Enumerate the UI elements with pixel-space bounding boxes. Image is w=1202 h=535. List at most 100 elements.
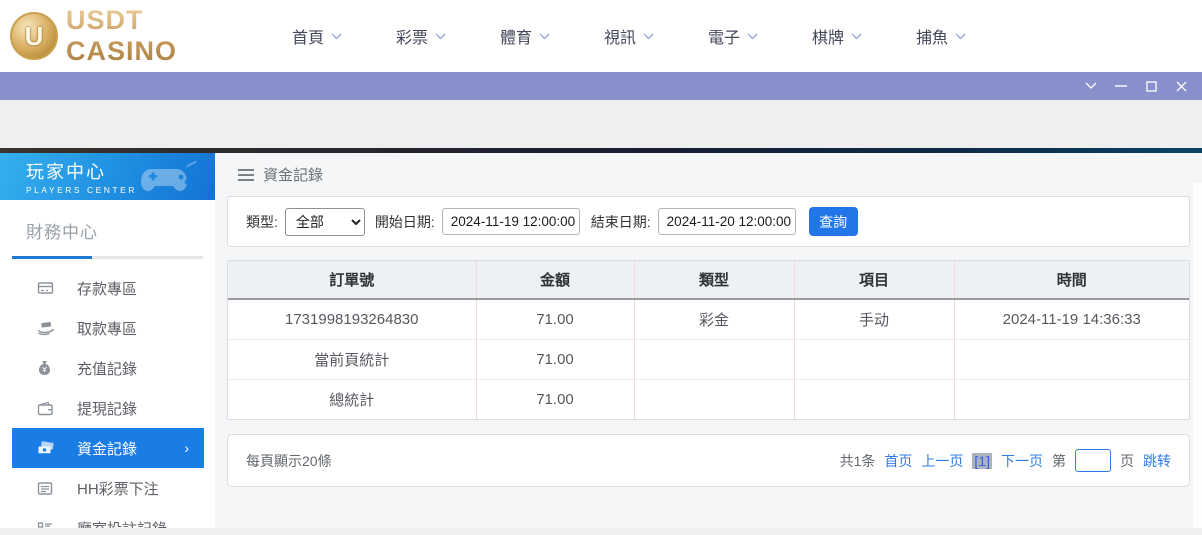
scrollbar-track[interactable] xyxy=(1193,183,1202,528)
next-page-link[interactable]: 下一页 xyxy=(1001,451,1043,471)
sidebar-item-label: 提現記錄 xyxy=(77,398,137,419)
logo-ball-icon: U xyxy=(10,12,58,60)
table-header-row: 訂單號 金額 類型 項目 時間 xyxy=(228,261,1189,299)
chevron-down-icon xyxy=(643,33,654,40)
nav-item-label: 首頁 xyxy=(292,24,324,48)
jump-action-link[interactable]: 跳转 xyxy=(1143,451,1171,471)
top-navigation-bar: U USDT CASINO 首頁 彩票 體育 視訊 電子 棋牌 捕魚 xyxy=(0,0,1202,72)
nav-item-sports[interactable]: 體育 xyxy=(473,24,577,48)
col-header-time: 時間 xyxy=(954,261,1189,299)
page-jump-input[interactable] xyxy=(1075,449,1111,472)
nav-item-label: 捕魚 xyxy=(916,24,948,48)
nav-item-live-video[interactable]: 視訊 xyxy=(577,24,681,48)
cell-time: 2024-11-19 14:36:33 xyxy=(954,299,1189,339)
nav-item-fishing[interactable]: 捕魚 xyxy=(889,24,993,48)
window-dropdown-button[interactable] xyxy=(1076,72,1106,100)
wallet-icon xyxy=(37,401,56,416)
table-row: 1731998193264830 71.00 彩金 手动 2024-11-19 … xyxy=(228,299,1189,339)
nav-item-label: 視訊 xyxy=(604,24,636,48)
chevron-down-icon xyxy=(851,33,862,40)
sidebar-item-room-bet-records[interactable]: 廳室投註記錄 xyxy=(0,508,215,528)
sidebar-item-label: 取款專區 xyxy=(77,318,137,339)
nav-item-board-games[interactable]: 棋牌 xyxy=(785,24,889,48)
nav-item-home[interactable]: 首頁 xyxy=(265,24,369,48)
fund-records-table: 訂單號 金額 類型 項目 時間 1731998193264830 71.00 彩… xyxy=(228,261,1189,419)
sidebar-menu: 存款專區 取款專區 充值記錄 提現記錄 xyxy=(0,268,215,528)
sidebar-item-label: HH彩票下注 xyxy=(77,478,159,499)
chevron-down-icon xyxy=(747,33,758,40)
chevron-down-icon xyxy=(539,33,550,40)
lottery-list-icon xyxy=(37,481,56,496)
sidebar-item-label: 廳室投註記錄 xyxy=(77,518,167,529)
section-divider xyxy=(12,256,203,259)
records-checklist-icon xyxy=(37,521,56,529)
brand-name: USDT CASINO xyxy=(66,5,245,67)
cell-label: 當前頁統計 xyxy=(228,339,476,379)
sidebar: 玩家中心 PLAYERS CENTER 財務中心 存款專區 xyxy=(0,153,215,528)
content-area: 資金記錄 類型: 全部 開始日期: 結束日期: 查詢 訂單 xyxy=(215,153,1202,528)
cell-empty xyxy=(634,379,794,419)
start-date-input[interactable] xyxy=(442,208,580,235)
jump-prefix-label: 第 xyxy=(1052,451,1066,471)
hamburger-menu-icon[interactable] xyxy=(238,169,254,181)
jump-suffix-label: 页 xyxy=(1120,451,1134,471)
sidebar-item-label: 充值記錄 xyxy=(77,358,137,379)
pagination-panel: 每頁顯示20條 共1条 首页 上一页 [1] 下一页 第 页 跳转 xyxy=(227,434,1190,487)
sidebar-item-label: 資金記錄 xyxy=(77,438,137,459)
type-select[interactable]: 全部 xyxy=(285,208,365,236)
chevron-down-icon xyxy=(435,33,446,40)
search-button[interactable]: 查詢 xyxy=(809,207,858,236)
nav-item-slots[interactable]: 電子 xyxy=(681,24,785,48)
cell-empty xyxy=(634,339,794,379)
cell-empty xyxy=(954,379,1189,419)
minimize-icon xyxy=(1115,85,1127,87)
records-table-panel: 訂單號 金額 類型 項目 時間 1731998193264830 71.00 彩… xyxy=(227,260,1190,420)
type-filter-label: 類型: xyxy=(246,212,278,232)
sidebar-item-fund-records[interactable]: 資金記錄 › xyxy=(12,428,204,468)
col-header-amount: 金額 xyxy=(476,261,634,299)
end-date-input[interactable] xyxy=(658,208,796,235)
nav-item-lottery[interactable]: 彩票 xyxy=(369,24,473,48)
sidebar-item-withdrawal-records[interactable]: 提現記錄 xyxy=(0,388,215,428)
maximize-icon xyxy=(1146,81,1157,92)
window-maximize-button[interactable] xyxy=(1136,72,1166,100)
first-page-link[interactable]: 首页 xyxy=(884,451,912,471)
cell-type: 彩金 xyxy=(634,299,794,339)
brand-logo[interactable]: U USDT CASINO xyxy=(10,5,245,67)
end-date-label: 結束日期: xyxy=(591,212,651,232)
cell-empty xyxy=(954,339,1189,379)
cell-amount: 71.00 xyxy=(476,339,634,379)
sidebar-item-hh-lottery-bets[interactable]: HH彩票下注 xyxy=(0,468,215,508)
cell-empty xyxy=(794,379,954,419)
sidebar-item-withdraw-zone[interactable]: 取款專區 xyxy=(0,308,215,348)
cell-order-no: 1731998193264830 xyxy=(228,299,476,339)
nav-item-label: 電子 xyxy=(708,24,740,48)
table-row-grand-total: 總統計 71.00 xyxy=(228,379,1189,419)
spacer-band xyxy=(0,100,1202,148)
nav-item-label: 體育 xyxy=(500,24,532,48)
sidebar-item-deposit-zone[interactable]: 存款專區 xyxy=(0,268,215,308)
cell-amount: 71.00 xyxy=(476,379,634,419)
money-bag-icon xyxy=(37,360,56,376)
cell-item: 手动 xyxy=(794,299,954,339)
withdraw-hand-icon xyxy=(37,320,56,336)
banknotes-icon xyxy=(37,440,56,456)
page-size-text: 每頁顯示20條 xyxy=(246,451,332,471)
window-close-button[interactable] xyxy=(1166,72,1196,100)
players-center-header: 玩家中心 PLAYERS CENTER xyxy=(0,153,215,200)
pagination-controls: 共1条 首页 上一页 [1] 下一页 第 页 跳转 xyxy=(840,449,1171,472)
sidebar-item-label: 存款專區 xyxy=(77,278,137,299)
main-area: 玩家中心 PLAYERS CENTER 財務中心 存款專區 xyxy=(0,153,1202,528)
page-title: 資金記錄 xyxy=(263,164,323,185)
col-header-type: 類型 xyxy=(634,261,794,299)
breadcrumb: 資金記錄 xyxy=(227,153,1202,196)
col-header-item: 項目 xyxy=(794,261,954,299)
prev-page-link[interactable]: 上一页 xyxy=(921,451,963,471)
main-menu: 首頁 彩票 體育 視訊 電子 棋牌 捕魚 xyxy=(265,24,993,48)
chevron-down-icon xyxy=(1085,82,1097,90)
total-count-text: 共1条 xyxy=(840,451,876,471)
window-minimize-button[interactable] xyxy=(1106,72,1136,100)
deposit-card-icon xyxy=(37,280,56,296)
chevron-right-icon: › xyxy=(184,440,189,456)
sidebar-item-recharge-records[interactable]: 充值記錄 xyxy=(0,348,215,388)
